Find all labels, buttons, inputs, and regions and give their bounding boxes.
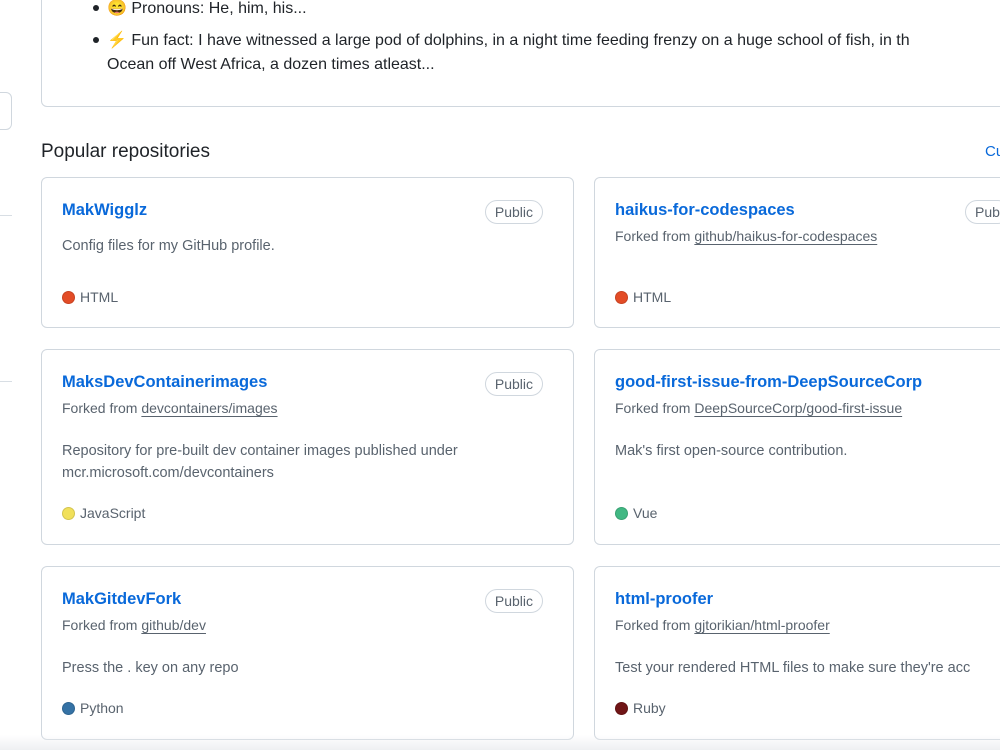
language-color-dot [62, 507, 75, 520]
forked-source-link[interactable]: github/dev [141, 617, 206, 633]
readme-fun-fact-line2: Ocean off West Africa, a dozen times atl… [107, 56, 435, 73]
repo-language: Python [62, 700, 124, 716]
sidebar-divider [0, 215, 12, 216]
repo-description: Mak's first open-source contribution. [615, 443, 848, 459]
visibility-badge: Public [484, 200, 543, 224]
list-bullet [93, 5, 99, 11]
repo-card: MakGitdevFork Public Forked from github/… [41, 566, 574, 740]
forked-source-link[interactable]: DeepSourceCorp/good-first-issue [694, 400, 902, 416]
forked-source-link[interactable]: gjtorikian/html-proofer [694, 617, 829, 633]
repo-language: Vue [615, 505, 657, 521]
repo-name-link[interactable]: MakWigglz [62, 201, 147, 220]
readme-fun-fact-line1: ⚡ Fun fact: I have witnessed a large pod… [107, 32, 910, 49]
section-title: Popular repositories [41, 141, 210, 162]
language-name: HTML [80, 289, 119, 305]
forked-from: Forked from devcontainers/images [62, 400, 278, 416]
repo-name-link[interactable]: MaksDevContainerimages [62, 373, 267, 392]
forked-source-link[interactable]: github/haikus-for-codespaces [694, 228, 877, 244]
repo-card: haikus-for-codespaces Pub Forked from gi… [594, 177, 1000, 328]
language-name: JavaScript [80, 505, 146, 521]
visibility-badge: Pub [965, 200, 1000, 224]
repo-name-link[interactable]: haikus-for-codespaces [615, 201, 795, 220]
repo-language: JavaScript [62, 505, 145, 521]
repo-name-link[interactable]: good-first-issue-from-DeepSourceCorp [615, 373, 922, 392]
repo-name-link[interactable]: MakGitdevFork [62, 590, 181, 609]
forked-prefix: Forked from [62, 617, 138, 633]
forked-from: Forked from gjtorikian/html-proofer [615, 617, 830, 633]
forked-prefix: Forked from [62, 400, 138, 416]
language-color-dot [615, 702, 628, 715]
repo-card: html-proofer Forked from gjtorikian/html… [594, 566, 1000, 740]
repo-card: MaksDevContainerimages Public Forked fro… [41, 349, 574, 545]
customize-pins-link[interactable]: Cu [985, 143, 1000, 160]
visibility-badge: Public [484, 372, 543, 396]
bottom-shadow [0, 735, 1000, 750]
sidebar-divider [0, 381, 12, 382]
language-name: Python [80, 700, 124, 716]
repo-card: good-first-issue-from-DeepSourceCorp For… [594, 349, 1000, 545]
forked-from: Forked from github/dev [62, 617, 206, 633]
repo-language: HTML [62, 289, 118, 305]
language-color-dot [62, 291, 75, 304]
language-color-dot [615, 507, 628, 520]
forked-prefix: Forked from [615, 228, 691, 244]
language-color-dot [62, 702, 75, 715]
repo-description: Press the . key on any repo [62, 660, 239, 676]
forked-prefix: Forked from [615, 400, 691, 416]
repo-description: Test your rendered HTML files to make su… [615, 660, 971, 676]
repo-card: MakWigglz Public Config files for my Git… [41, 177, 574, 328]
forked-prefix: Forked from [615, 617, 691, 633]
repo-language: HTML [615, 289, 671, 305]
visibility-badge: Public [484, 589, 543, 613]
list-bullet [93, 37, 99, 43]
repo-name-link[interactable]: html-proofer [615, 590, 713, 609]
forked-source-link[interactable]: devcontainers/images [141, 400, 277, 416]
language-color-dot [615, 291, 628, 304]
language-name: Vue [633, 505, 658, 521]
readme-pronouns: 😄 Pronouns: He, him, his... [107, 0, 307, 17]
sidebar-button-fragment[interactable] [0, 92, 12, 130]
repo-description: Config files for my GitHub profile. [62, 238, 275, 254]
repo-language: Ruby [615, 700, 666, 716]
forked-from: Forked from github/haikus-for-codespaces [615, 228, 877, 244]
forked-from: Forked from DeepSourceCorp/good-first-is… [615, 400, 902, 416]
language-name: HTML [633, 289, 672, 305]
repo-description: Repository for pre-built dev container i… [62, 443, 458, 481]
language-name: Ruby [633, 700, 666, 716]
